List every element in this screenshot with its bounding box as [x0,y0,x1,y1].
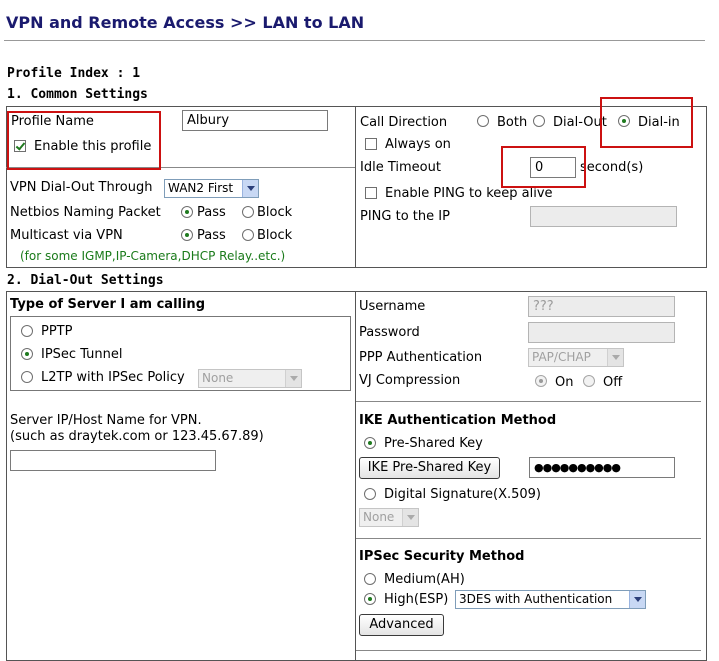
vj-off-label: Off [603,375,623,390]
page-title: VPN and Remote Access >> LAN to LAN [6,13,365,32]
idle-timeout-label: Idle Timeout [360,160,441,175]
ipsec-divider [356,538,701,539]
profile-name-input[interactable]: Albury [182,110,328,131]
call-direction-label: Call Direction [360,115,448,130]
server-host-input[interactable] [10,450,216,471]
chevron-down-icon [402,509,418,526]
password-input[interactable] [528,322,675,343]
digital-signature-radio[interactable] [364,488,376,500]
l2tp-label: L2TP with IPSec Policy [41,370,185,385]
digital-signature-select[interactable]: None [359,508,419,527]
username-label: Username [359,299,426,314]
multicast-pass-label: Pass [197,228,226,243]
common-settings-heading: 1. Common Settings [7,87,148,102]
l2tp-policy-select[interactable]: None [198,369,302,388]
chevron-down-icon [607,349,623,366]
call-both-radio[interactable] [477,115,489,127]
vj-compression-label: VJ Compression [359,373,461,388]
vj-on-radio[interactable] [535,375,547,387]
always-on-checkbox[interactable] [365,138,377,150]
dialout-settings-heading: 2. Dial-Out Settings [7,273,164,288]
multicast-block-radio[interactable] [242,229,254,241]
high-esp-value: 3DES with Authentication [459,592,613,606]
multicast-note: (for some IGMP,IP-Camera,DHCP Relay..etc… [20,249,286,263]
netbios-label: Netbios Naming Packet [10,205,161,220]
highlight-idle-timeout-box [501,146,586,188]
ping-ip-input[interactable] [530,206,677,227]
netbios-block-label: Block [257,205,293,220]
l2tp-policy-value: None [202,371,234,385]
call-dialout-radio[interactable] [533,115,545,127]
medium-ah-label: Medium(AH) [384,572,465,587]
high-esp-select[interactable]: 3DES with Authentication [455,590,646,609]
vj-on-label: On [555,375,574,390]
chevron-down-icon [629,591,645,608]
l2tp-radio[interactable] [21,371,33,383]
call-both-label: Both [497,115,528,130]
ping-ip-label: PING to the IP [360,209,450,224]
ike-heading: IKE Authentication Method [359,413,557,428]
password-label: Password [359,325,420,340]
ike-preshared-key-button[interactable]: IKE Pre-Shared Key [359,457,500,479]
netbios-block-radio[interactable] [242,206,254,218]
high-esp-label: High(ESP) [384,592,449,607]
ppp-auth-label: PPP Authentication [359,350,483,365]
title-divider [4,40,705,41]
preshared-radio[interactable] [364,437,376,449]
highlight-profile-box [7,111,161,170]
enable-ping-label: Enable PING to keep alive [385,186,553,201]
server-host-hint: (such as draytek.com or 123.45.67.89) [10,429,264,444]
ike-divider [356,401,701,402]
multicast-pass-radio[interactable] [181,229,193,241]
ipsec-tunnel-radio[interactable] [21,348,33,360]
call-dialout-label: Dial-Out [553,115,607,130]
advanced-button[interactable]: Advanced [359,614,444,636]
ike-key-input[interactable]: ●●●●●●●●●● [529,457,675,478]
chevron-down-icon [242,180,258,197]
ppp-auth-select[interactable]: PAP/CHAP [528,348,624,367]
enable-ping-checkbox[interactable] [365,187,377,199]
dialout-through-label: VPN Dial-Out Through [10,180,153,195]
always-on-label: Always on [385,137,451,152]
server-type-heading: Type of Server I am calling [10,297,205,312]
ppp-auth-value: PAP/CHAP [532,350,591,364]
bottom-divider [356,650,701,651]
digital-signature-label: Digital Signature(X.509) [384,487,542,502]
username-input[interactable]: ??? [528,296,675,317]
dialout-through-value: WAN2 First [168,181,234,195]
pptp-radio[interactable] [21,325,33,337]
dialout-settings-divider [355,291,356,661]
netbios-pass-radio[interactable] [181,206,193,218]
pptp-label: PPTP [41,324,73,339]
profile-index: Profile Index : 1 [7,66,141,81]
common-settings-divider [355,106,356,268]
ipsec-tunnel-label: IPSec Tunnel [41,347,123,362]
seconds-label: second(s) [580,160,644,175]
multicast-label: Multicast via VPN [10,228,123,243]
ipsec-method-heading: IPSec Security Method [359,549,525,564]
server-host-label: Server IP/Host Name for VPN. [10,413,202,428]
highlight-dialin-box [600,97,693,148]
vj-off-radio[interactable] [583,375,595,387]
high-esp-radio[interactable] [364,593,376,605]
medium-ah-radio[interactable] [364,573,376,585]
preshared-label: Pre-Shared Key [384,436,483,451]
digital-signature-value: None [363,510,395,524]
netbios-pass-label: Pass [197,205,226,220]
dialout-through-select[interactable]: WAN2 First [164,179,259,198]
chevron-down-icon [285,370,301,387]
multicast-block-label: Block [257,228,293,243]
